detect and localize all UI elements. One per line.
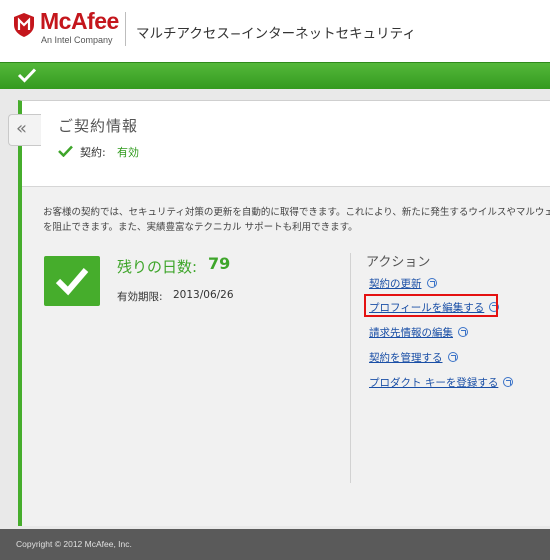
edit-billing-link[interactable]: 請求先情報の編集 xyxy=(369,325,468,340)
status-check-box xyxy=(44,256,100,306)
days-remaining-value: 79 xyxy=(208,254,231,273)
check-icon xyxy=(58,145,73,157)
highlight-box xyxy=(364,294,498,317)
product-title: マルチアクセス−インターネットセキュリティ xyxy=(136,26,416,42)
logo-subtitle: An Intel Company xyxy=(41,35,113,45)
external-link-icon xyxy=(503,377,514,387)
logo-text: McAfee xyxy=(40,8,119,34)
manage-contract-link[interactable]: 契約を管理する xyxy=(369,350,458,365)
contract-info-card: ご契約情報 契約: 有効 xyxy=(22,101,550,187)
description-text: お客様の契約では、セキュリティ対策の更新を自動的に取得できます。これにより、新た… xyxy=(43,207,550,233)
contract-status: 有効 xyxy=(117,146,139,159)
contract-panel: ご契約情報 契約: 有効 お客様の契約では、セキュリティ対策の更新を自動的に取得… xyxy=(18,100,550,526)
check-icon xyxy=(17,68,37,83)
link-label[interactable]: 請求先情報の編集 xyxy=(369,327,453,339)
double-chevron-left-icon: « xyxy=(16,118,28,139)
footer: Copyright © 2012 McAfee, Inc. xyxy=(0,529,550,560)
external-link-icon xyxy=(426,278,437,288)
link-label[interactable]: 契約の更新 xyxy=(369,278,422,290)
header-divider xyxy=(125,12,126,46)
register-product-key-link[interactable]: プロダクト キーを登録する xyxy=(369,375,514,390)
renew-contract-link[interactable]: 契約の更新 xyxy=(369,276,437,291)
link-label[interactable]: プロダクト キーを登録する xyxy=(369,377,498,389)
external-link-icon xyxy=(458,327,468,337)
expiry-label: 有効期限: xyxy=(117,291,163,303)
contract-label: 契約: xyxy=(80,146,106,159)
status-bar xyxy=(0,62,550,89)
page-title: ご契約情報 xyxy=(58,117,139,135)
vertical-divider xyxy=(350,253,351,483)
back-button[interactable]: « xyxy=(8,114,41,146)
check-icon xyxy=(55,268,89,296)
mcafee-shield-icon xyxy=(14,13,34,37)
days-remaining-label: 残りの日数: xyxy=(117,258,198,276)
header: McAfee An Intel Company マルチアクセス−インターネットセ… xyxy=(0,0,550,62)
expiry-date: 2013/06/26 xyxy=(173,289,234,301)
link-label[interactable]: 契約を管理する xyxy=(369,352,443,364)
actions-heading: アクション xyxy=(366,255,431,270)
copyright-text: Copyright © 2012 McAfee, Inc. xyxy=(16,539,132,549)
external-link-icon xyxy=(447,352,458,362)
